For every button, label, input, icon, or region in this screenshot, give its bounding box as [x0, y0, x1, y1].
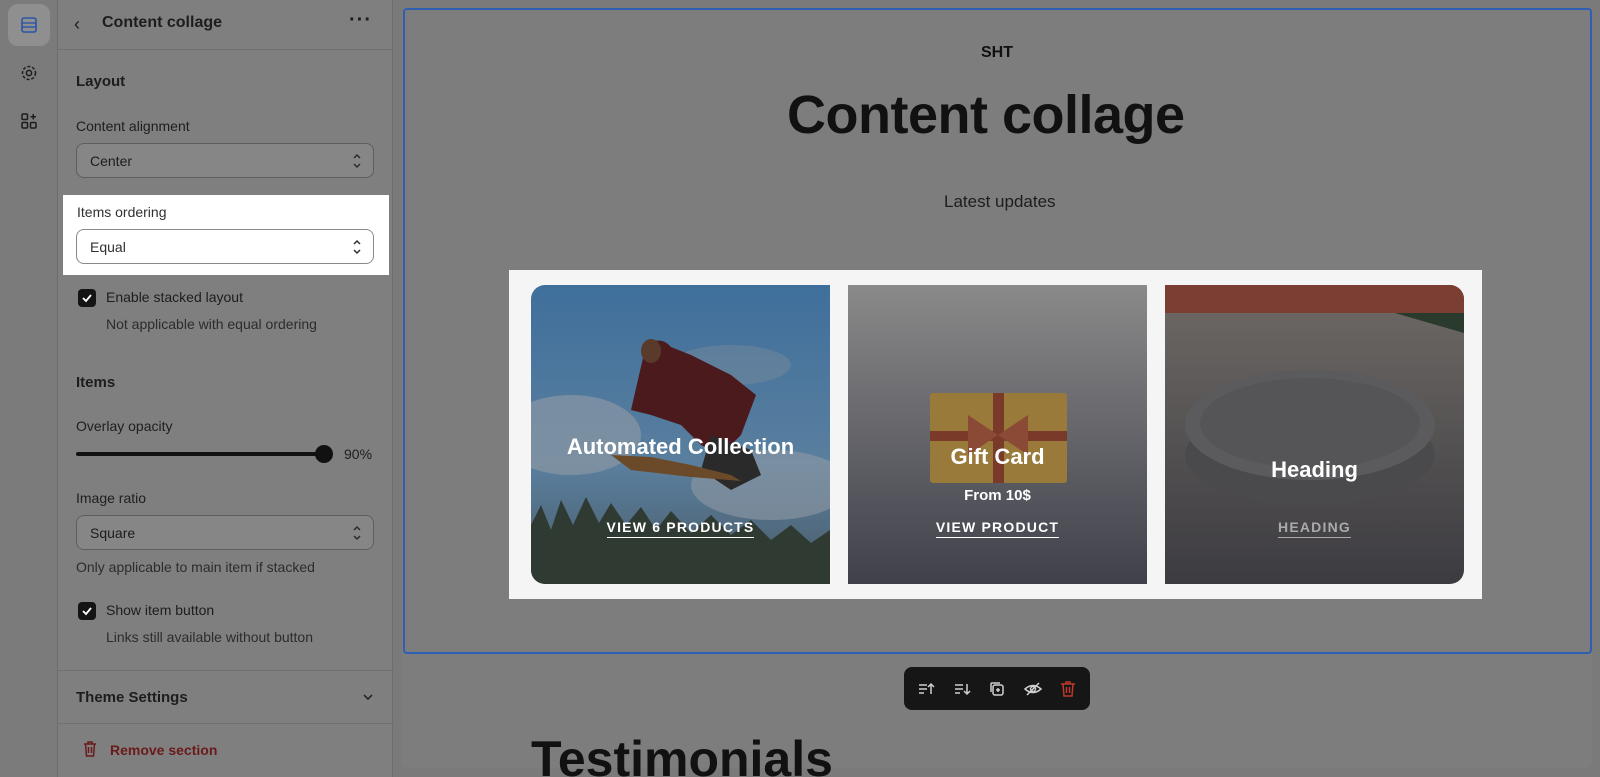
panel-header: ‹ Content collage ··· — [58, 0, 392, 50]
theme-settings-toggle[interactable]: Theme Settings — [76, 689, 188, 706]
chevron-down-icon[interactable] — [362, 691, 374, 703]
items-ordering-select[interactable]: Equal — [76, 229, 374, 264]
panel-title: Content collage — [102, 14, 223, 31]
gear-icon[interactable] — [8, 52, 50, 94]
move-up-icon[interactable] — [916, 679, 936, 699]
selected-section-outline — [403, 8, 1592, 654]
trash-icon[interactable] — [82, 740, 98, 758]
image-ratio-value: Square — [90, 525, 136, 541]
apps-icon[interactable] — [8, 100, 50, 142]
show-item-button-label: Show item button — [106, 602, 215, 618]
show-item-button-help: Links still available without button — [106, 629, 314, 645]
divider — [58, 723, 393, 724]
layout-heading: Layout — [76, 73, 126, 90]
image-ratio-help: Only applicable to main item if stacked — [76, 559, 315, 575]
duplicate-icon[interactable] — [987, 679, 1007, 699]
settings-panel: ‹ Content collage ··· Layout Content ali… — [58, 0, 393, 777]
back-arrow-icon[interactable]: ‹ — [74, 14, 80, 35]
hide-icon[interactable] — [1023, 679, 1043, 699]
overlay-opacity-value: 90% — [344, 446, 373, 462]
show-item-button-checkbox[interactable] — [78, 602, 96, 620]
stacked-layout-checkbox[interactable] — [78, 289, 96, 307]
select-chevron-icon — [353, 525, 361, 541]
delete-icon[interactable] — [1058, 679, 1078, 699]
move-down-icon[interactable] — [952, 679, 972, 699]
icon-rail — [0, 0, 58, 777]
stacked-layout-help: Not applicable with equal ordering — [106, 316, 317, 332]
select-chevron-icon — [353, 239, 361, 255]
overlay-opacity-thumb[interactable] — [315, 445, 333, 463]
overlay-opacity-track[interactable] — [76, 452, 322, 456]
items-ordering-value: Equal — [90, 239, 126, 255]
more-options-icon[interactable]: ··· — [349, 9, 372, 32]
image-ratio-label: Image ratio — [76, 490, 147, 506]
items-ordering-field: Items ordering Equal — [63, 195, 389, 275]
next-section-heading: Testimonials — [531, 731, 833, 777]
content-alignment-value: Center — [90, 153, 133, 169]
stacked-layout-label: Enable stacked layout — [106, 289, 243, 305]
section-toolbar — [904, 667, 1090, 710]
image-ratio-select[interactable]: Square — [76, 515, 374, 550]
items-ordering-label: Items ordering — [77, 204, 167, 220]
content-alignment-select[interactable]: Center — [76, 143, 374, 178]
select-chevron-icon — [353, 153, 361, 169]
content-alignment-label: Content alignment — [76, 118, 190, 134]
items-heading: Items — [76, 374, 116, 391]
sections-icon[interactable] — [8, 4, 50, 46]
divider — [58, 670, 393, 671]
remove-section-button[interactable]: Remove section — [110, 742, 217, 758]
overlay-opacity-label: Overlay opacity — [76, 418, 173, 434]
